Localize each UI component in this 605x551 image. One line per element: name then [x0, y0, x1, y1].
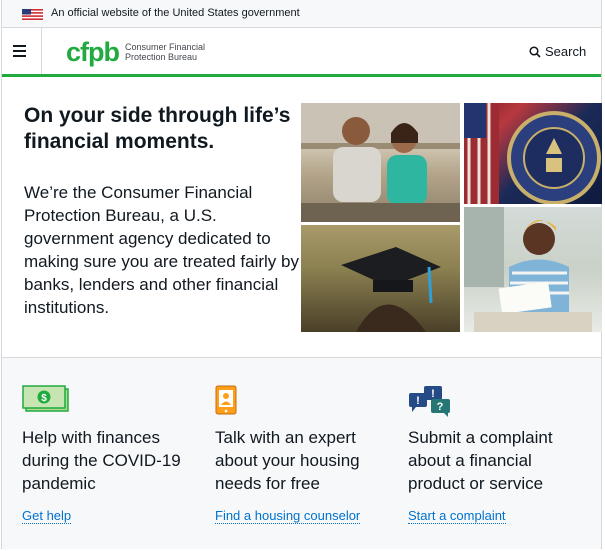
svg-text:!: ! — [431, 388, 435, 400]
get-help-link[interactable]: Get help — [22, 508, 72, 524]
search-button[interactable]: Search — [529, 44, 586, 59]
hero-description: We’re the Consumer Financial Protection … — [24, 183, 299, 317]
cfpb-logo[interactable]: cfpb Consumer Financial Protection Burea… — [66, 37, 205, 67]
logo-text-line1: Consumer Financial — [125, 42, 206, 52]
family-photo — [301, 103, 460, 222]
logo-mark: cfpb — [66, 36, 120, 67]
student-photo — [464, 207, 602, 332]
search-label: Search — [545, 44, 587, 59]
search-icon — [529, 45, 541, 58]
money-icon: $ — [22, 385, 69, 412]
find-housing-counselor-link[interactable]: Find a housing counselor — [215, 508, 361, 524]
header-divider — [2, 74, 601, 77]
gov-banner-text: An official website of the United States… — [51, 7, 300, 19]
site-header: cfpb Consumer Financial Protection Burea… — [2, 28, 601, 75]
hamburger-icon — [13, 45, 26, 47]
action-title: Submit a complaint about a financial pro… — [408, 428, 553, 493]
us-flag-icon — [22, 9, 43, 20]
hamburger-icon-bar — [13, 55, 26, 57]
hamburger-icon-bar — [13, 50, 26, 52]
phone-person-icon — [215, 385, 237, 415]
logo-text-line2: Protection Bureau — [125, 52, 198, 62]
cfpb-seal-photo — [464, 103, 602, 204]
svg-text:!: ! — [416, 395, 420, 407]
page-frame: An official website of the United States… — [1, 0, 602, 549]
graduation-photo — [301, 225, 460, 332]
svg-text:?: ? — [437, 401, 444, 413]
hero-title: On your side through life’s financial mo… — [24, 104, 291, 153]
actions-section: $ Help with finances during the COVID-19… — [2, 357, 601, 549]
menu-button[interactable] — [2, 28, 42, 74]
gov-banner: An official website of the United States… — [2, 0, 601, 28]
action-title: Talk with an expert about your housing n… — [215, 428, 360, 493]
start-complaint-link[interactable]: Start a complaint — [408, 508, 506, 524]
action-title: Help with finances during the COVID-19 p… — [22, 428, 181, 493]
svg-text:$: $ — [41, 393, 47, 404]
logo-text: Consumer Financial Protection Bureau — [125, 42, 205, 62]
speech-bubbles-icon: ! ! ? — [409, 386, 450, 417]
